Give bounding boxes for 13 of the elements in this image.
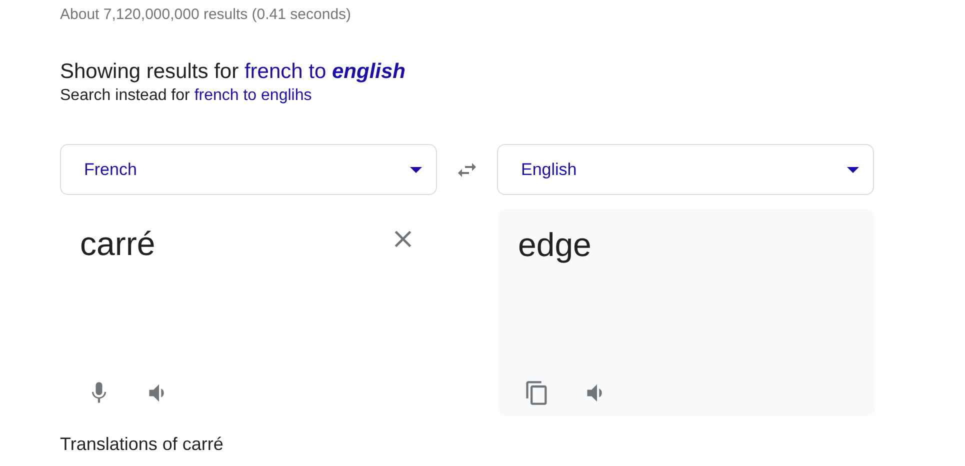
corrected-query-link[interactable]: french to english [244, 60, 406, 83]
original-query-link[interactable]: french to englihs [194, 87, 312, 104]
source-text-field[interactable]: carré [80, 225, 380, 267]
copy-icon[interactable] [524, 380, 550, 406]
translated-text: edge [518, 225, 592, 265]
source-language-dropdown[interactable]: French [60, 144, 437, 195]
dropdown-caret-icon [410, 166, 422, 172]
target-language-dropdown[interactable]: English [497, 144, 874, 195]
translations-heading: Translations of carré [60, 434, 224, 455]
search-instead-text: Search instead for french to englihs [60, 86, 313, 106]
dropdown-caret-icon [847, 166, 859, 172]
spelling-correction: Showing results for french to english [60, 59, 407, 85]
result-stats: About 7,120,000,000 results (0.41 seconds) [60, 5, 352, 25]
